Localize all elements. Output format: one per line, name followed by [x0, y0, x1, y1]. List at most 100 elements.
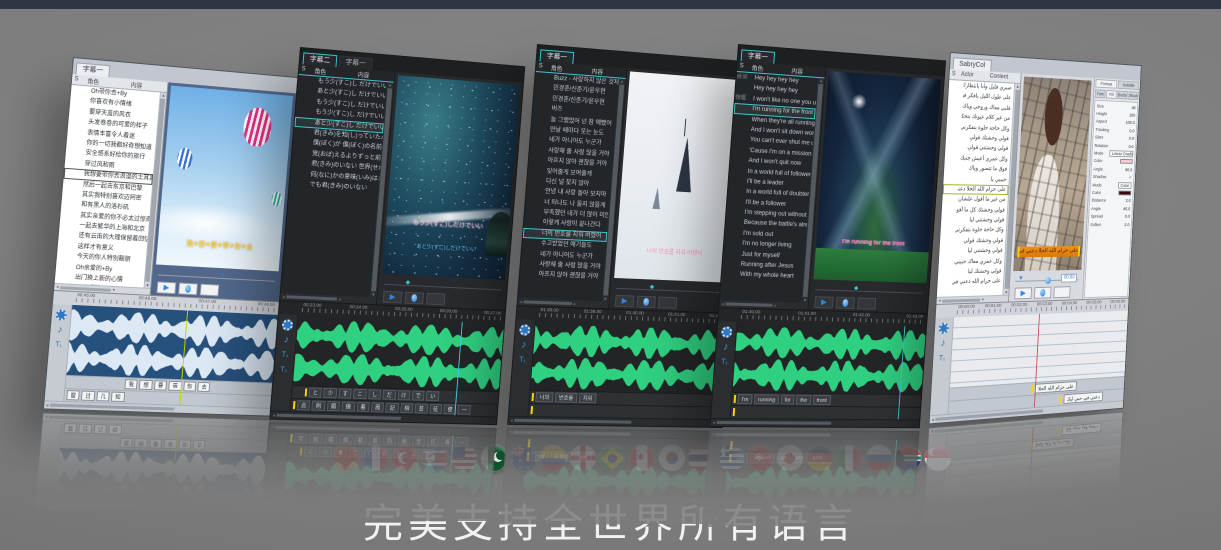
prop-dropdown[interactable]: Color [1118, 182, 1132, 189]
subtitle-block[interactable]: front [813, 395, 831, 405]
role-column-header[interactable]: 角色 [746, 62, 770, 73]
scroll-down-icon[interactable]: ▼ [371, 292, 376, 297]
subtitle-block[interactable]: 便 [441, 437, 454, 447]
slider-marker-icon[interactable]: ◆ [405, 278, 410, 288]
scroll-left-icon[interactable]: ◂ [282, 294, 285, 300]
subtitle-block[interactable]: 知 [108, 424, 122, 434]
slider-handle[interactable] [1045, 277, 1051, 284]
subtitle-block[interactable]: 知 [111, 392, 125, 402]
timeline-scrollbar[interactable]: ◂ [507, 429, 721, 440]
subtitle-block[interactable]: 窗 [63, 423, 77, 433]
music-note-track-icon[interactable] [928, 501, 940, 513]
subtitle-track-icon[interactable] [506, 487, 519, 498]
music-note-track-icon[interactable] [40, 487, 53, 498]
subtitle-track-icon[interactable] [516, 354, 529, 365]
subtitle-block[interactable]: 点 [294, 433, 308, 443]
stop-button[interactable] [1054, 286, 1071, 298]
subtitle-block[interactable]: دعني في حبي ليك [1063, 391, 1103, 403]
seek-slider[interactable]: ▼ 00:00 [1015, 273, 1078, 286]
scrollbar-thumb[interactable] [935, 421, 1043, 433]
subtitle-block[interactable]: I'm [737, 394, 752, 404]
lyric-row[interactable]: 아프지 않아 괜찮을 거야 [519, 269, 603, 283]
subtitle-track-icon[interactable] [936, 353, 948, 365]
scroll-left-icon[interactable]: ◂ [509, 429, 512, 435]
subtitle-block[interactable]: 相 [400, 403, 413, 413]
subtitle-block[interactable]: す [334, 447, 348, 457]
subtitle-block[interactable]: 我 [124, 379, 138, 389]
subtitle-block[interactable]: 지워 [579, 393, 597, 403]
subtitle-block[interactable]: す [338, 388, 352, 398]
scroll-right-icon[interactable]: ▸ [573, 301, 576, 307]
scroll-right-icon[interactable]: ▸ [982, 296, 984, 302]
subtitle-block[interactable]: 芸 [412, 436, 425, 446]
content-column-header[interactable]: Content [976, 73, 1021, 82]
scrollbar-thumb[interactable] [942, 298, 980, 302]
subtitle-block[interactable]: 我 [119, 438, 133, 448]
scroll-left-icon[interactable]: ◂ [45, 414, 48, 420]
subtitle-block[interactable]: for [776, 453, 790, 463]
scroll-down-icon[interactable]: ▼ [603, 296, 608, 301]
subtitle-track-icon[interactable] [929, 486, 941, 498]
subtitle-block[interactable]: 征 [429, 404, 442, 414]
subtitle-block[interactable]: い [421, 449, 434, 459]
subtitle-block[interactable]: 你 [178, 439, 191, 449]
subtitle-block[interactable]: 着 [354, 435, 368, 445]
scroll-right-icon[interactable]: ▸ [113, 287, 116, 293]
lyric-row[interactable]: من غير ما أقول علشان خاطرك [942, 194, 1008, 205]
role-column-header[interactable]: Actor [958, 72, 977, 79]
scroll-left-icon[interactable]: ◂ [938, 298, 940, 304]
slider-track[interactable] [616, 288, 726, 293]
audio-waveform[interactable] [281, 458, 493, 521]
stop-button[interactable] [200, 284, 220, 297]
subtitle-track-icon[interactable] [718, 357, 730, 368]
subtitle-block[interactable]: 点 [297, 400, 311, 410]
subtitle-track-icon[interactable] [708, 489, 721, 500]
subtitle-block[interactable]: 着 [356, 402, 370, 412]
scrollbar-thumb[interactable] [60, 286, 111, 292]
subtitle-block[interactable]: running [749, 453, 775, 463]
stop-button[interactable] [857, 298, 876, 310]
audio-waveform[interactable] [732, 322, 926, 395]
scroll-left-icon[interactable]: ◂ [520, 299, 523, 305]
film-reel-track-icon[interactable] [938, 323, 949, 335]
subtitle-block[interactable]: 너의 [535, 392, 553, 402]
record-button[interactable] [404, 292, 424, 305]
props-subtab[interactable]: Font [1095, 89, 1106, 98]
timeline-scrollbar[interactable]: ◂ [710, 418, 919, 427]
subtitle-block[interactable]: 你 [183, 381, 196, 391]
scrollbar-thumb[interactable] [287, 295, 338, 300]
subtitle-block[interactable]: 번호를 [555, 393, 578, 403]
subtitle-track-icon[interactable] [277, 364, 290, 375]
record-button[interactable] [836, 297, 855, 309]
scroll-down-icon[interactable]: ▼ [145, 283, 150, 288]
slider-track[interactable] [384, 284, 501, 291]
music-note-track-icon[interactable] [267, 497, 280, 508]
subtitle-block[interactable]: running [754, 394, 780, 404]
scroll-left-icon[interactable]: ◂ [712, 419, 715, 425]
subtitle-block[interactable]: し [368, 389, 382, 399]
subtitle-block[interactable]: 想 [139, 380, 153, 390]
record-button[interactable] [178, 283, 198, 296]
subtitle-block[interactable]: I'm [733, 453, 748, 463]
scrollbar-thumb[interactable] [50, 404, 174, 411]
scroll-up-icon[interactable]: ▲ [161, 93, 166, 98]
subtitle-block[interactable]: 微 [339, 434, 353, 444]
scrollbar-thumb[interactable] [524, 300, 572, 305]
subtitle-block[interactable]: 지워 [574, 452, 592, 462]
subtitle-block[interactable]: 想 [134, 438, 148, 448]
lyric-row[interactable]: قولي وحشتك كل ما أقولك [942, 205, 1008, 216]
scrollbar-thumb[interactable] [276, 426, 400, 432]
subtitle-block[interactable]: だ [383, 390, 396, 400]
stop-button[interactable] [426, 293, 446, 306]
scrollbar-thumb[interactable] [726, 302, 773, 306]
subtitle-block[interactable]: と [309, 387, 323, 397]
subtitle-block[interactable]: 少 [319, 447, 333, 457]
prop-dropdown[interactable]: Linear Gradient [1109, 150, 1133, 157]
subtitle-block[interactable]: 一 [455, 437, 468, 447]
slider-marker-icon[interactable]: ◆ [649, 282, 654, 292]
subtitle-block[interactable]: على حرام الله الحلا [1031, 437, 1074, 451]
subtitle-block[interactable]: 几 [93, 424, 107, 434]
lyric-row[interactable]: على حرام الله دعني في حبي ليك [937, 277, 1003, 289]
record-button[interactable] [636, 296, 656, 308]
scroll-down-icon[interactable]: ▼ [803, 298, 808, 303]
